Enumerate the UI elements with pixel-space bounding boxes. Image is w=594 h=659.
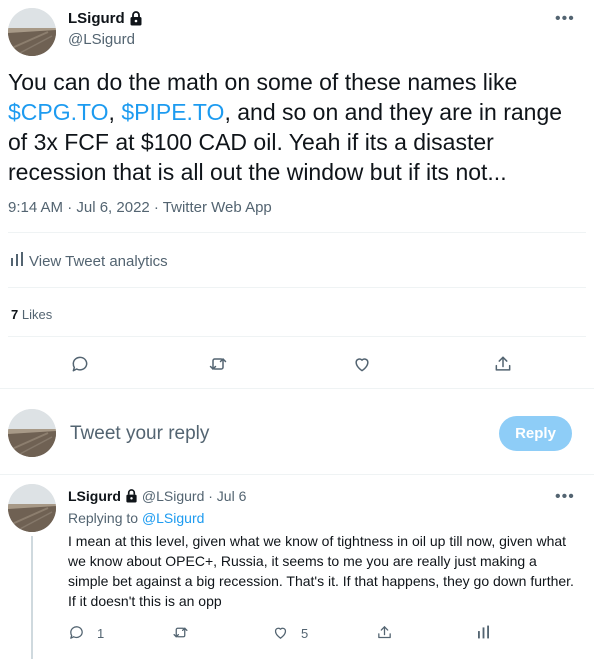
replying-prefix: Replying to bbox=[68, 510, 142, 526]
reply-input[interactable]: Tweet your reply bbox=[70, 423, 209, 445]
analytics-icon bbox=[11, 252, 23, 270]
likes-count[interactable]: 7 Likes bbox=[11, 307, 52, 322]
reply-icon[interactable] bbox=[68, 352, 92, 376]
divider bbox=[8, 336, 586, 337]
likes-label: Likes bbox=[21, 307, 53, 322]
reply-text: I mean at this level, given what we know… bbox=[68, 533, 574, 609]
tweet-text: You can do the math on some of these nam… bbox=[8, 67, 583, 187]
avatar[interactable] bbox=[8, 8, 56, 56]
replying-to-link[interactable]: @LSigurd bbox=[142, 510, 204, 526]
reply-icon[interactable] bbox=[68, 624, 85, 646]
likes-number: 7 bbox=[11, 307, 19, 322]
share-icon[interactable] bbox=[491, 352, 515, 376]
reply-handle-time[interactable]: @LSigurd · Jul 6 bbox=[142, 488, 246, 504]
reply-avatar[interactable] bbox=[8, 484, 56, 532]
reply-display-name[interactable]: LSigurd bbox=[68, 488, 121, 504]
analytics-icon[interactable] bbox=[478, 625, 489, 644]
tweet-text-part: , bbox=[108, 99, 122, 125]
more-options-icon[interactable]: ••• bbox=[555, 488, 575, 506]
handle[interactable]: @LSigurd bbox=[68, 31, 135, 48]
divider bbox=[0, 474, 594, 475]
reply-button[interactable]: Reply bbox=[499, 416, 572, 451]
analytics-label: View Tweet analytics bbox=[29, 252, 168, 270]
like-icon[interactable] bbox=[272, 624, 289, 646]
cashtag-link[interactable]: $CPG.TO bbox=[8, 99, 109, 125]
cashtag-link[interactable]: $PIPE.TO bbox=[121, 99, 224, 125]
replying-to: Replying to @LSigurd bbox=[68, 510, 204, 526]
divider bbox=[0, 388, 594, 389]
view-analytics-link[interactable]: View Tweet analytics bbox=[11, 252, 168, 270]
divider bbox=[8, 232, 586, 233]
reply-count: 1 bbox=[97, 626, 105, 641]
display-name[interactable]: LSigurd bbox=[68, 10, 125, 27]
divider bbox=[8, 287, 586, 288]
thread-line bbox=[31, 536, 33, 659]
retweet-icon[interactable] bbox=[206, 352, 230, 376]
like-icon[interactable] bbox=[350, 352, 374, 376]
share-icon[interactable] bbox=[376, 624, 393, 646]
tweet-timestamp[interactable]: 9:14 AM · Jul 6, 2022 · Twitter Web App bbox=[8, 199, 272, 216]
tweet-text-part: You can do the math on some of these nam… bbox=[8, 69, 518, 95]
composer-avatar bbox=[8, 409, 56, 457]
like-count: 5 bbox=[301, 626, 309, 641]
lock-icon bbox=[125, 489, 138, 503]
more-options-icon[interactable]: ••• bbox=[555, 10, 575, 28]
lock-icon bbox=[129, 11, 143, 26]
retweet-icon[interactable] bbox=[172, 624, 189, 646]
